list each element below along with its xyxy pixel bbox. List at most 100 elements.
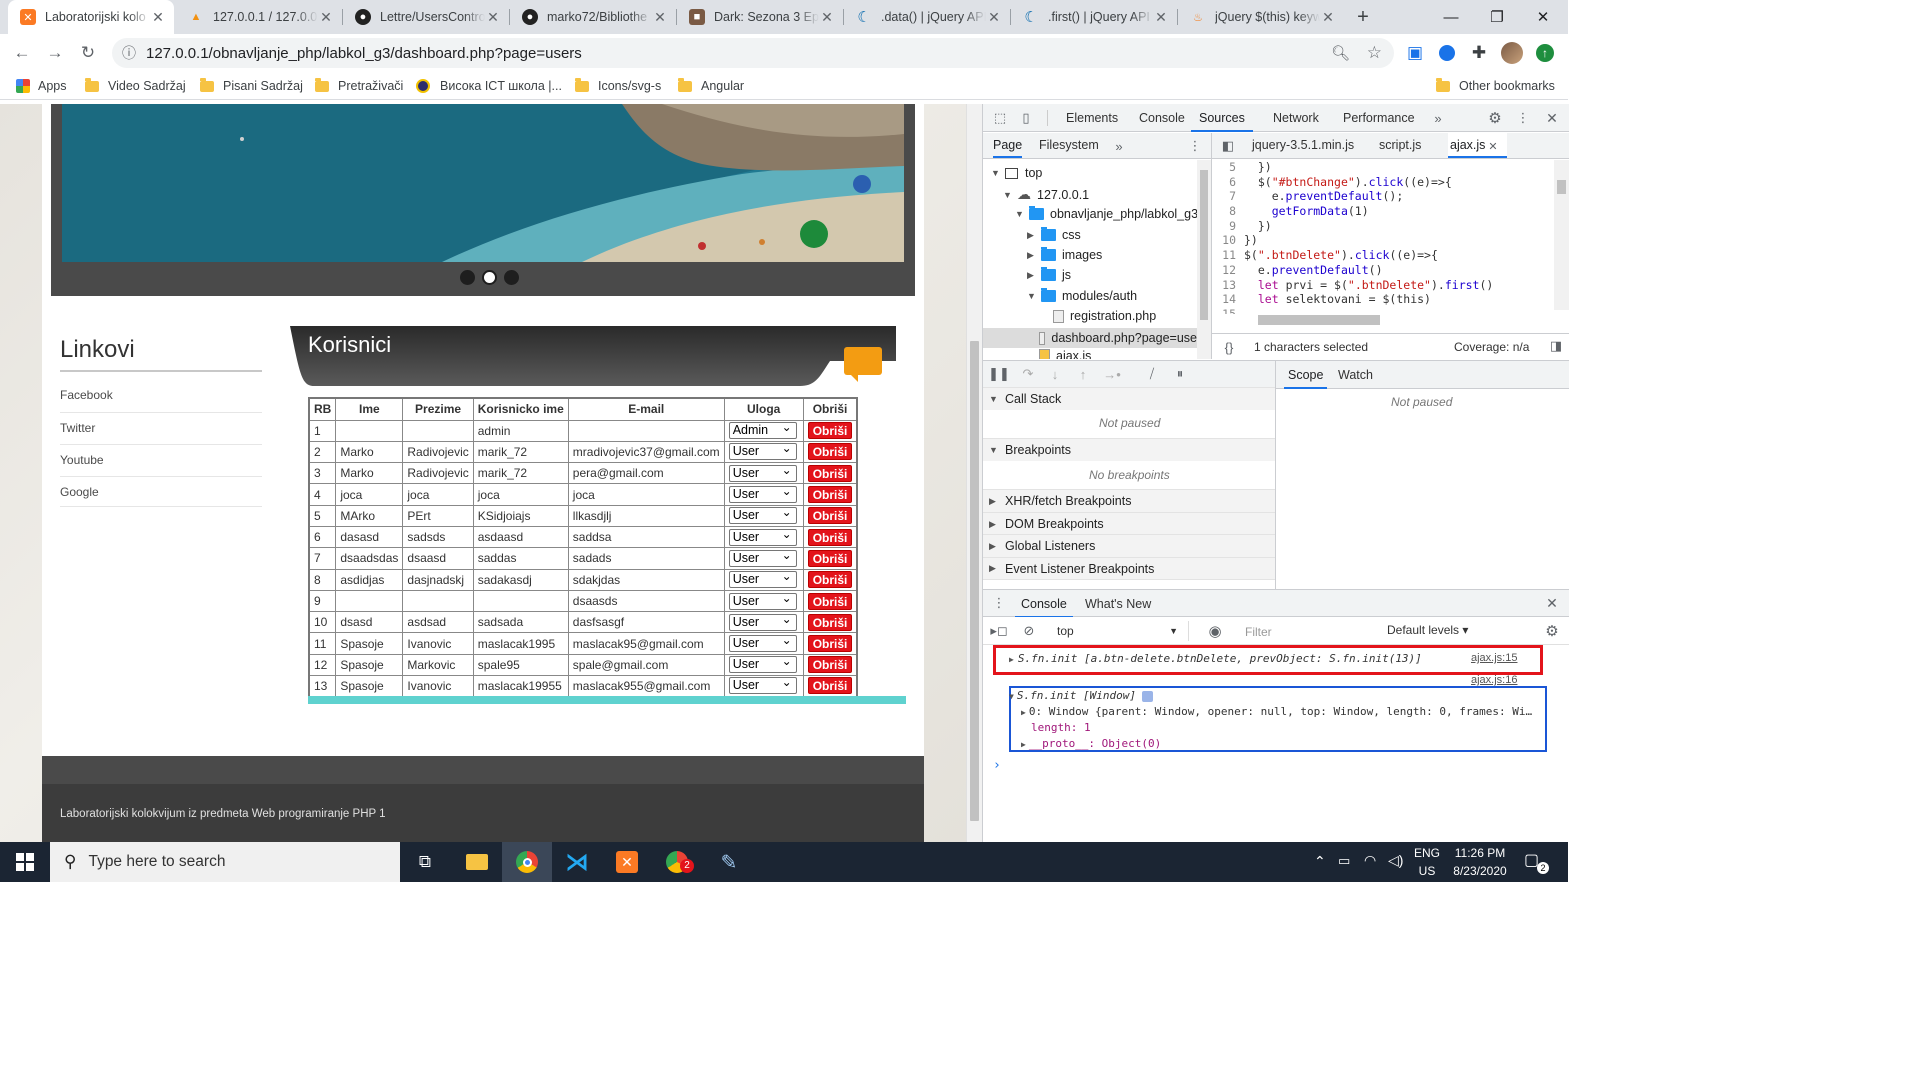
inspect-icon[interactable]: ⬚	[991, 109, 1009, 127]
bookmark-apps[interactable]: Apps	[16, 77, 67, 95]
role-select[interactable]: Admin	[728, 420, 797, 440]
role-select[interactable]: User	[728, 527, 797, 546]
close-drawer-icon[interactable]: ✕	[1543, 595, 1561, 611]
delete-button[interactable]: Obriši	[807, 592, 853, 610]
delete-button[interactable]: Obriši	[807, 549, 853, 567]
drawer-tab-whats-new[interactable]: What's New	[1085, 590, 1151, 618]
tab[interactable]: ♨ jQuery $(this) keyw ✕	[1178, 0, 1344, 34]
role-select[interactable]: User	[728, 654, 797, 674]
close-icon[interactable]: ✕	[819, 9, 835, 25]
tab-sources[interactable]: Sources	[1191, 104, 1253, 132]
toggle-debugger-icon[interactable]: ◨	[1548, 338, 1564, 354]
update-icon[interactable]: ↑	[1532, 40, 1558, 66]
close-icon[interactable]: ✕	[1320, 9, 1336, 25]
code-editor[interactable]: 5 }) 6 $("#btnChange").click((e)=>{7 e.pr…	[1212, 160, 1554, 314]
puzzle-icon[interactable]: ✚	[1466, 40, 1492, 66]
role-select[interactable]: User	[728, 633, 797, 653]
clock[interactable]: 11:26 PM 8/23/2020	[1448, 846, 1512, 878]
delete-button[interactable]: Obriši	[807, 486, 853, 504]
battery-icon[interactable]: ▭	[1338, 853, 1350, 869]
tree-item-images[interactable]: ▶ images	[1027, 247, 1102, 262]
close-devtools-icon[interactable]: ✕	[1543, 109, 1561, 127]
tab-network[interactable]: Network	[1273, 104, 1319, 132]
context-selector[interactable]: top ▼	[1049, 621, 1189, 641]
bookmark-folder[interactable]: Video Sadržaj	[85, 77, 186, 95]
start-button[interactable]	[0, 842, 50, 882]
role-select[interactable]: User	[728, 484, 797, 504]
role-select[interactable]: User	[728, 569, 797, 589]
role-select[interactable]: User	[728, 463, 797, 482]
tab-watch[interactable]: Watch	[1338, 361, 1373, 389]
delete-button[interactable]: Obriši	[807, 443, 853, 461]
bookmark-folder[interactable]: Pisani Sadržaj	[200, 77, 303, 95]
log-levels-dropdown[interactable]: Default levels ▾	[1387, 623, 1468, 637]
console-line[interactable]: ▶ __proto__: Object(0)	[1021, 737, 1161, 750]
xampp-icon[interactable]: ✕	[602, 842, 652, 882]
tab[interactable]: ☾ .first() | jQuery API ✕	[1011, 0, 1177, 34]
info-icon[interactable]: ⓘ	[112, 43, 146, 63]
vscode-icon[interactable]: ⋊	[552, 842, 602, 882]
drawer-tab-console[interactable]: Console	[1015, 590, 1073, 618]
delete-button[interactable]: Obriši	[807, 528, 853, 546]
star-icon[interactable]: ☆	[1367, 43, 1382, 63]
volume-icon[interactable]: ◁)	[1388, 852, 1403, 869]
sidebar-toggle-icon[interactable]: ▸◻	[990, 623, 1007, 639]
tab[interactable]: ▲ 127.0.0.1 / 127.0.0. ✕	[176, 0, 342, 34]
tab-scope[interactable]: Scope	[1284, 361, 1328, 389]
chevron-up-icon[interactable]: ⌃	[1314, 853, 1326, 870]
toggle-navigator-icon[interactable]: ◧	[1220, 138, 1236, 154]
bookmark-folder[interactable]: Pretraživači	[315, 77, 403, 95]
role-select[interactable]: User	[728, 591, 797, 610]
scrollbar-thumb[interactable]	[970, 341, 979, 821]
section-event-listener-breakpoints[interactable]: ▶ Event Listener Breakpoints	[983, 557, 1275, 580]
role-select[interactable]: User	[728, 505, 797, 525]
other-bookmarks[interactable]: Other bookmarks	[1436, 77, 1555, 95]
filter-input[interactable]: Filter	[1239, 622, 1373, 642]
delete-button[interactable]: Obriši	[807, 464, 853, 482]
close-icon[interactable]: ✕	[986, 9, 1002, 25]
tab-performance[interactable]: Performance	[1343, 104, 1415, 132]
device-toolbar-icon[interactable]: ▯	[1017, 109, 1035, 127]
tree-item-top[interactable]: ▼ top	[991, 166, 1042, 180]
file-explorer-icon[interactable]	[452, 842, 502, 882]
forward-button[interactable]: →	[42, 40, 68, 66]
file-tab-jquery[interactable]: jquery-3.5.1.min.js	[1252, 133, 1354, 158]
slider-dot-active[interactable]	[482, 270, 497, 285]
tab[interactable]: ● marko72/Bibliothe ✕	[510, 0, 676, 34]
file-tab-script[interactable]: script.js	[1379, 133, 1421, 158]
sidebar-link-facebook[interactable]: Facebook	[60, 380, 262, 412]
more-tabs-icon[interactable]: »	[1431, 109, 1445, 127]
tree-item-js[interactable]: ▶ js	[1027, 267, 1071, 282]
eye-icon[interactable]: ◉	[1205, 623, 1225, 640]
close-icon[interactable]: ✕	[485, 9, 501, 25]
kebab-menu-icon[interactable]: ⋮	[1189, 137, 1202, 155]
close-icon[interactable]: ✕	[1153, 9, 1169, 25]
close-icon[interactable]: ✕	[318, 9, 334, 25]
bookmark-ict[interactable]: Висока ICT школа |...	[416, 77, 562, 95]
address-bar[interactable]: ⓘ 127.0.0.1/obnavljanje_php/labkol_g3/da…	[112, 38, 1394, 68]
bookmark-folder[interactable]: Icons/svg-s	[575, 77, 661, 95]
step-icon[interactable]: →•	[1103, 366, 1121, 382]
minimize-button[interactable]: —	[1428, 0, 1474, 34]
console-line[interactable]: ▼ S.fn.init [Window]	[1009, 689, 1154, 702]
zoom-icon[interactable]: 🔍︎	[1331, 44, 1350, 62]
role-select[interactable]: User	[728, 548, 797, 567]
console-prompt[interactable]: ›	[993, 758, 1001, 773]
tree-file-ajax[interactable]: ajax.js	[1039, 349, 1091, 359]
page-scrollbar[interactable]	[966, 104, 982, 842]
back-button[interactable]: ←	[9, 40, 35, 66]
delete-button[interactable]: Obriši	[807, 571, 853, 589]
tab-console[interactable]: Console	[1139, 104, 1185, 132]
extension-icon[interactable]	[1434, 40, 1460, 66]
kebab-menu-icon[interactable]: ⋮	[1516, 109, 1530, 127]
role-select[interactable]: User	[728, 675, 797, 695]
lang-indicator[interactable]: ENG US	[1412, 846, 1442, 878]
cast-icon[interactable]: ▣	[1402, 40, 1428, 66]
delete-button[interactable]: Obriši	[807, 422, 853, 440]
chrome-icon[interactable]	[502, 842, 552, 882]
role-select[interactable]: User	[728, 441, 797, 461]
bookmark-folder[interactable]: Angular	[678, 77, 744, 95]
console-line[interactable]: ▶ S.fn.init [a.btn-delete.btnDelete, prev…	[1009, 652, 1422, 665]
tree-item-css[interactable]: ▶ css	[1027, 227, 1081, 242]
slider-dot[interactable]	[504, 270, 519, 285]
